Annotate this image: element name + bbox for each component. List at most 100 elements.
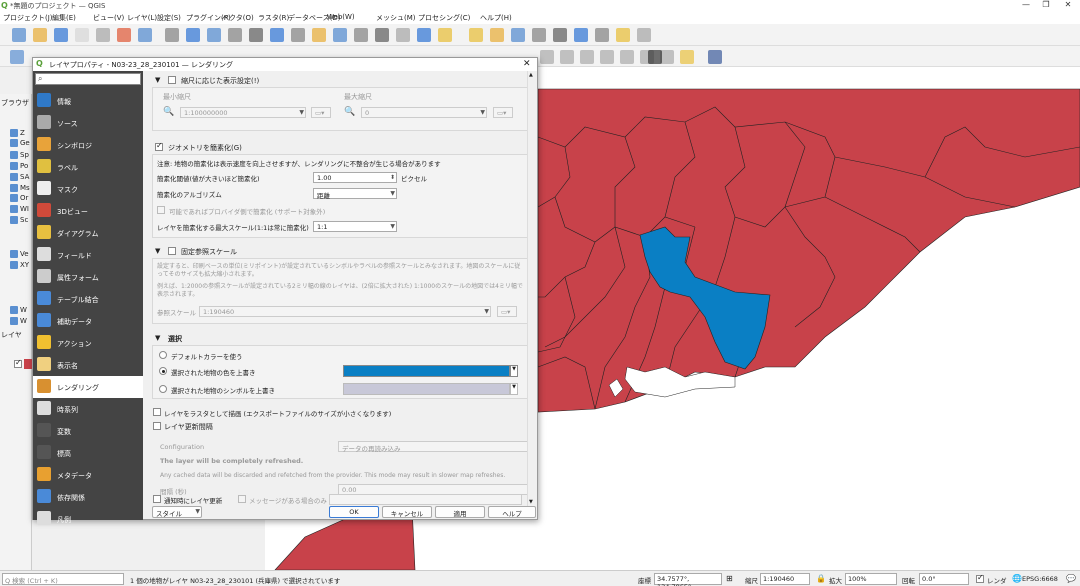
toolbar-tool-icon[interactable] (560, 50, 574, 64)
tree-item[interactable]: Z (20, 129, 25, 137)
sidebar-item-clock[interactable]: 時系列 (33, 398, 143, 420)
menu-item[interactable]: Web(W) (327, 13, 355, 21)
sidebar-item-metadata[interactable]: メタデータ (33, 464, 143, 486)
sidebar-item-brush[interactable]: レンダリング (33, 376, 143, 398)
menu-item[interactable]: メッシュ(M) (376, 13, 416, 23)
toolbar-tool-icon[interactable] (600, 50, 614, 64)
message-only-checkbox[interactable] (238, 495, 246, 503)
sidebar-item-form[interactable]: 属性フォーム (33, 266, 143, 288)
selection-symbol-button[interactable] (343, 383, 510, 395)
menu-item[interactable]: ビュー(V) (93, 13, 124, 23)
sidebar-item-join[interactable]: テーブル結合 (33, 288, 143, 310)
collapse-triangle-icon[interactable]: ▼ (155, 247, 160, 255)
collapse-triangle-icon[interactable]: ▼ (155, 76, 160, 84)
sidebar-item-source[interactable]: ソース (33, 112, 143, 134)
toolbar-tool-icon[interactable] (186, 28, 200, 42)
sidebar-item-auxiliary[interactable]: 補助データ (33, 310, 143, 332)
render-as-raster-checkbox[interactable] (153, 408, 161, 416)
threshold-field[interactable]: 1.00 ⬍ (313, 172, 397, 183)
rotation-field[interactable]: 0.0° (919, 573, 969, 585)
ref-scale-map-button[interactable]: ▭▾ (497, 306, 517, 317)
toolbar-tool-icon[interactable] (620, 50, 634, 64)
scale-visibility-checkbox[interactable] (168, 76, 176, 84)
sidebar-item-labels[interactable]: ラベル (33, 156, 143, 178)
coordinate-field[interactable]: 34.7577°, 134.7865° (654, 573, 722, 586)
tree-item[interactable]: WI (20, 205, 29, 213)
max-scale-map-button[interactable]: ▭▾ (493, 107, 513, 118)
crs-label[interactable]: EPSG:6668 (1022, 575, 1058, 583)
max-scale-simplify-select[interactable]: 1:1 ▼ (313, 221, 397, 232)
max-scale-field[interactable]: 0 ▼ (361, 107, 487, 118)
override-color-radio[interactable] (159, 367, 167, 375)
sidebar-item-fields[interactable]: フィールド (33, 244, 143, 266)
toolbar-tool-icon[interactable] (10, 50, 24, 64)
color-dropdown-icon[interactable]: ▼ (510, 365, 518, 377)
toolbar-tool-icon[interactable] (616, 28, 630, 42)
min-scale-map-button[interactable]: ▭▾ (311, 107, 331, 118)
menu-item[interactable]: 設定(S) (157, 13, 181, 23)
sidebar-item-dependency[interactable]: 依存関係 (33, 486, 143, 508)
sidebar-item-elevation[interactable]: 標高 (33, 442, 143, 464)
toolbar-tool-icon[interactable] (438, 28, 452, 42)
tree-item[interactable]: W (20, 317, 27, 325)
selection-color-button[interactable] (343, 365, 510, 377)
toolbar-tool-icon[interactable] (54, 28, 68, 42)
toolbar-tool-icon[interactable] (312, 28, 326, 42)
crs-globe-icon[interactable]: 🌐 (1012, 574, 1022, 583)
toolbar-tool-icon[interactable] (291, 28, 305, 42)
symbol-dropdown-icon[interactable]: ▼ (510, 383, 518, 395)
toolbar-tool-icon[interactable] (540, 50, 554, 64)
tree-item[interactable]: Sc (20, 216, 28, 224)
messages-icon[interactable]: 💬 (1066, 574, 1076, 583)
tree-item[interactable]: Ve (20, 250, 29, 258)
cancel-button[interactable]: キャンセル (382, 506, 432, 518)
scroll-up-icon[interactable]: ▲ (529, 72, 533, 78)
menu-item[interactable]: 編集(E) (52, 13, 76, 23)
menu-item[interactable]: プロセシング(C) (418, 13, 470, 23)
sidebar-item-legend[interactable]: 凡例 (33, 508, 143, 530)
toolbar-tool-icon[interactable] (228, 28, 242, 42)
menu-item[interactable]: ラスタ(R) (258, 13, 289, 23)
toolbar-tool-icon[interactable] (680, 50, 694, 64)
toolbar-tool-icon[interactable] (270, 28, 284, 42)
message-field[interactable] (329, 494, 522, 505)
toolbar-tool-icon[interactable] (354, 28, 368, 42)
toolbar-tool-icon[interactable] (33, 28, 47, 42)
layer-visibility-checkbox[interactable] (14, 358, 22, 368)
toolbar-tool-icon[interactable] (165, 28, 179, 42)
collapse-triangle-icon[interactable]: ▼ (155, 334, 160, 342)
close-window-icon[interactable]: ✕ (1058, 0, 1078, 11)
provider-simplify-checkbox[interactable] (157, 206, 165, 214)
tree-item[interactable]: Or (20, 194, 28, 202)
toolbar-tool-icon[interactable] (117, 28, 131, 42)
toolbar-tool-icon[interactable] (469, 28, 483, 42)
simplify-checkbox[interactable] (155, 141, 163, 151)
toolbar-tool-icon[interactable] (660, 50, 674, 64)
menu-item[interactable]: プロジェクト(J) (3, 13, 53, 23)
ok-button[interactable]: OK (329, 506, 379, 518)
toolbar-tool-icon[interactable] (580, 50, 594, 64)
toolbar-tool-icon[interactable] (574, 28, 588, 42)
config-select[interactable]: データの再読み込み▼ (338, 441, 536, 453)
dialog-scrollbar[interactable]: ▲ ▼ (527, 71, 536, 507)
default-color-radio[interactable] (159, 351, 167, 359)
scale-field[interactable]: 1:190460 (760, 573, 810, 585)
sidebar-item-variable[interactable]: 変数 (33, 420, 143, 442)
sidebar-item-info[interactable]: 情報 (33, 90, 143, 112)
tree-item[interactable]: W (20, 306, 27, 314)
toolbar-tool-icon[interactable] (490, 28, 504, 42)
menu-item[interactable]: レイヤ(L) (127, 13, 157, 23)
sidebar-item-symbology[interactable]: シンボロジ (33, 134, 143, 156)
close-icon[interactable]: ✕ (523, 59, 531, 69)
tree-item[interactable]: Ge (20, 139, 30, 147)
ref-scale-checkbox[interactable] (168, 247, 176, 255)
toolbar-tool-icon[interactable] (333, 28, 347, 42)
tree-item[interactable]: XY (20, 261, 29, 269)
toolbar-tool-icon[interactable] (12, 28, 26, 42)
maximize-icon[interactable]: ❐ (1036, 0, 1056, 11)
locator-search-input[interactable]: Q 検索 (Ctrl + K) (2, 573, 124, 585)
tree-item[interactable]: Sp (20, 151, 29, 159)
tree-item[interactable]: Po (20, 162, 28, 170)
toolbar-tool-icon[interactable] (396, 28, 410, 42)
style-menu-button[interactable]: スタイル ▼ (152, 506, 202, 518)
